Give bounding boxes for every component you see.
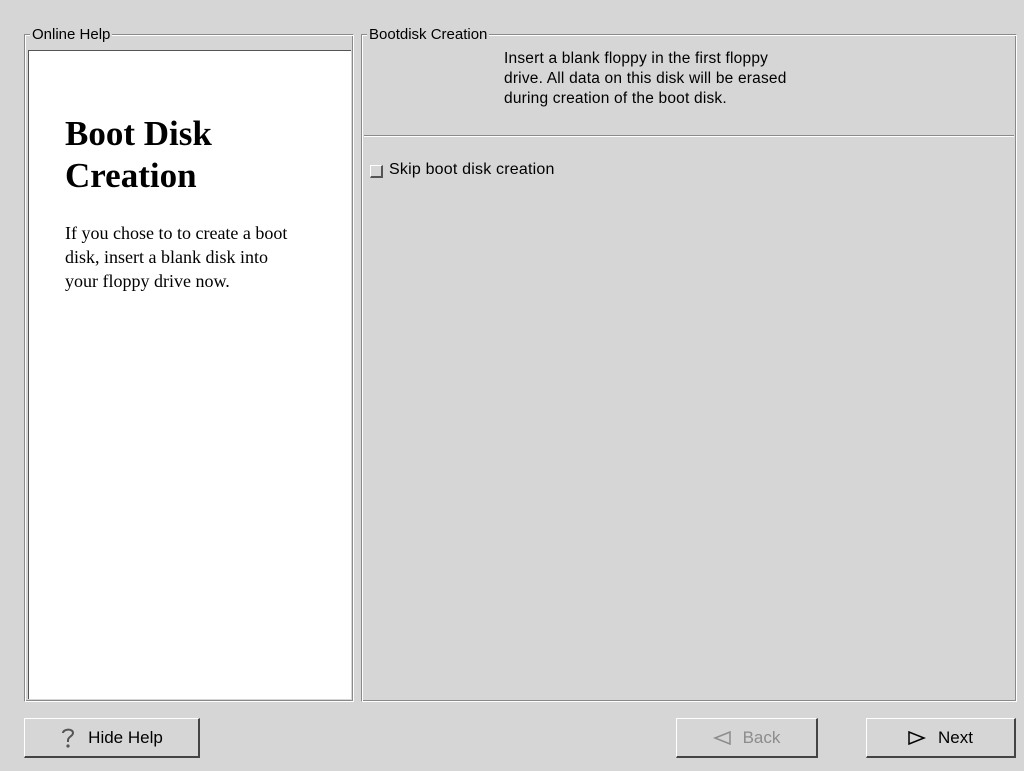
question-mark-icon xyxy=(60,727,76,749)
installer-window: Online Help Boot Disk Creation If you ch… xyxy=(0,0,1024,771)
help-panel: Boot Disk Creation If you chose to to cr… xyxy=(28,50,351,699)
bootdisk-creation-frame: Bootdisk Creation Insert a blank floppy … xyxy=(361,26,1017,702)
separator xyxy=(364,135,1014,137)
instruction-line: drive. All data on this disk will be era… xyxy=(504,70,787,87)
right-arrow-icon xyxy=(908,730,927,745)
next-label: Next xyxy=(938,727,973,747)
help-body-text: If you chose to to create a boot disk, i… xyxy=(65,223,288,291)
back-label: Back xyxy=(742,727,781,747)
skip-boot-disk-label[interactable]: Skip boot disk creation xyxy=(389,161,555,179)
instruction-line: during creation of the boot disk. xyxy=(504,90,727,107)
skip-boot-disk-option[interactable]: Skip boot disk creation xyxy=(370,161,555,179)
back-button[interactable]: Back xyxy=(676,718,818,758)
hide-help-label: Hide Help xyxy=(88,727,163,747)
skip-boot-disk-checkbox[interactable] xyxy=(370,164,383,178)
bootdisk-creation-legend: Bootdisk Creation xyxy=(367,26,490,43)
next-button[interactable]: Next xyxy=(866,718,1016,758)
help-title: Boot Disk Creation xyxy=(65,114,212,195)
online-help-legend: Online Help xyxy=(30,26,113,43)
instruction-line: Insert a blank floppy in the first flopp… xyxy=(504,50,769,67)
online-help-frame: Online Help Boot Disk Creation If you ch… xyxy=(24,26,354,702)
hide-help-button[interactable]: Hide Help xyxy=(24,718,200,758)
left-arrow-icon xyxy=(712,730,731,745)
instruction-text: Insert a blank floppy in the first flopp… xyxy=(504,49,924,109)
